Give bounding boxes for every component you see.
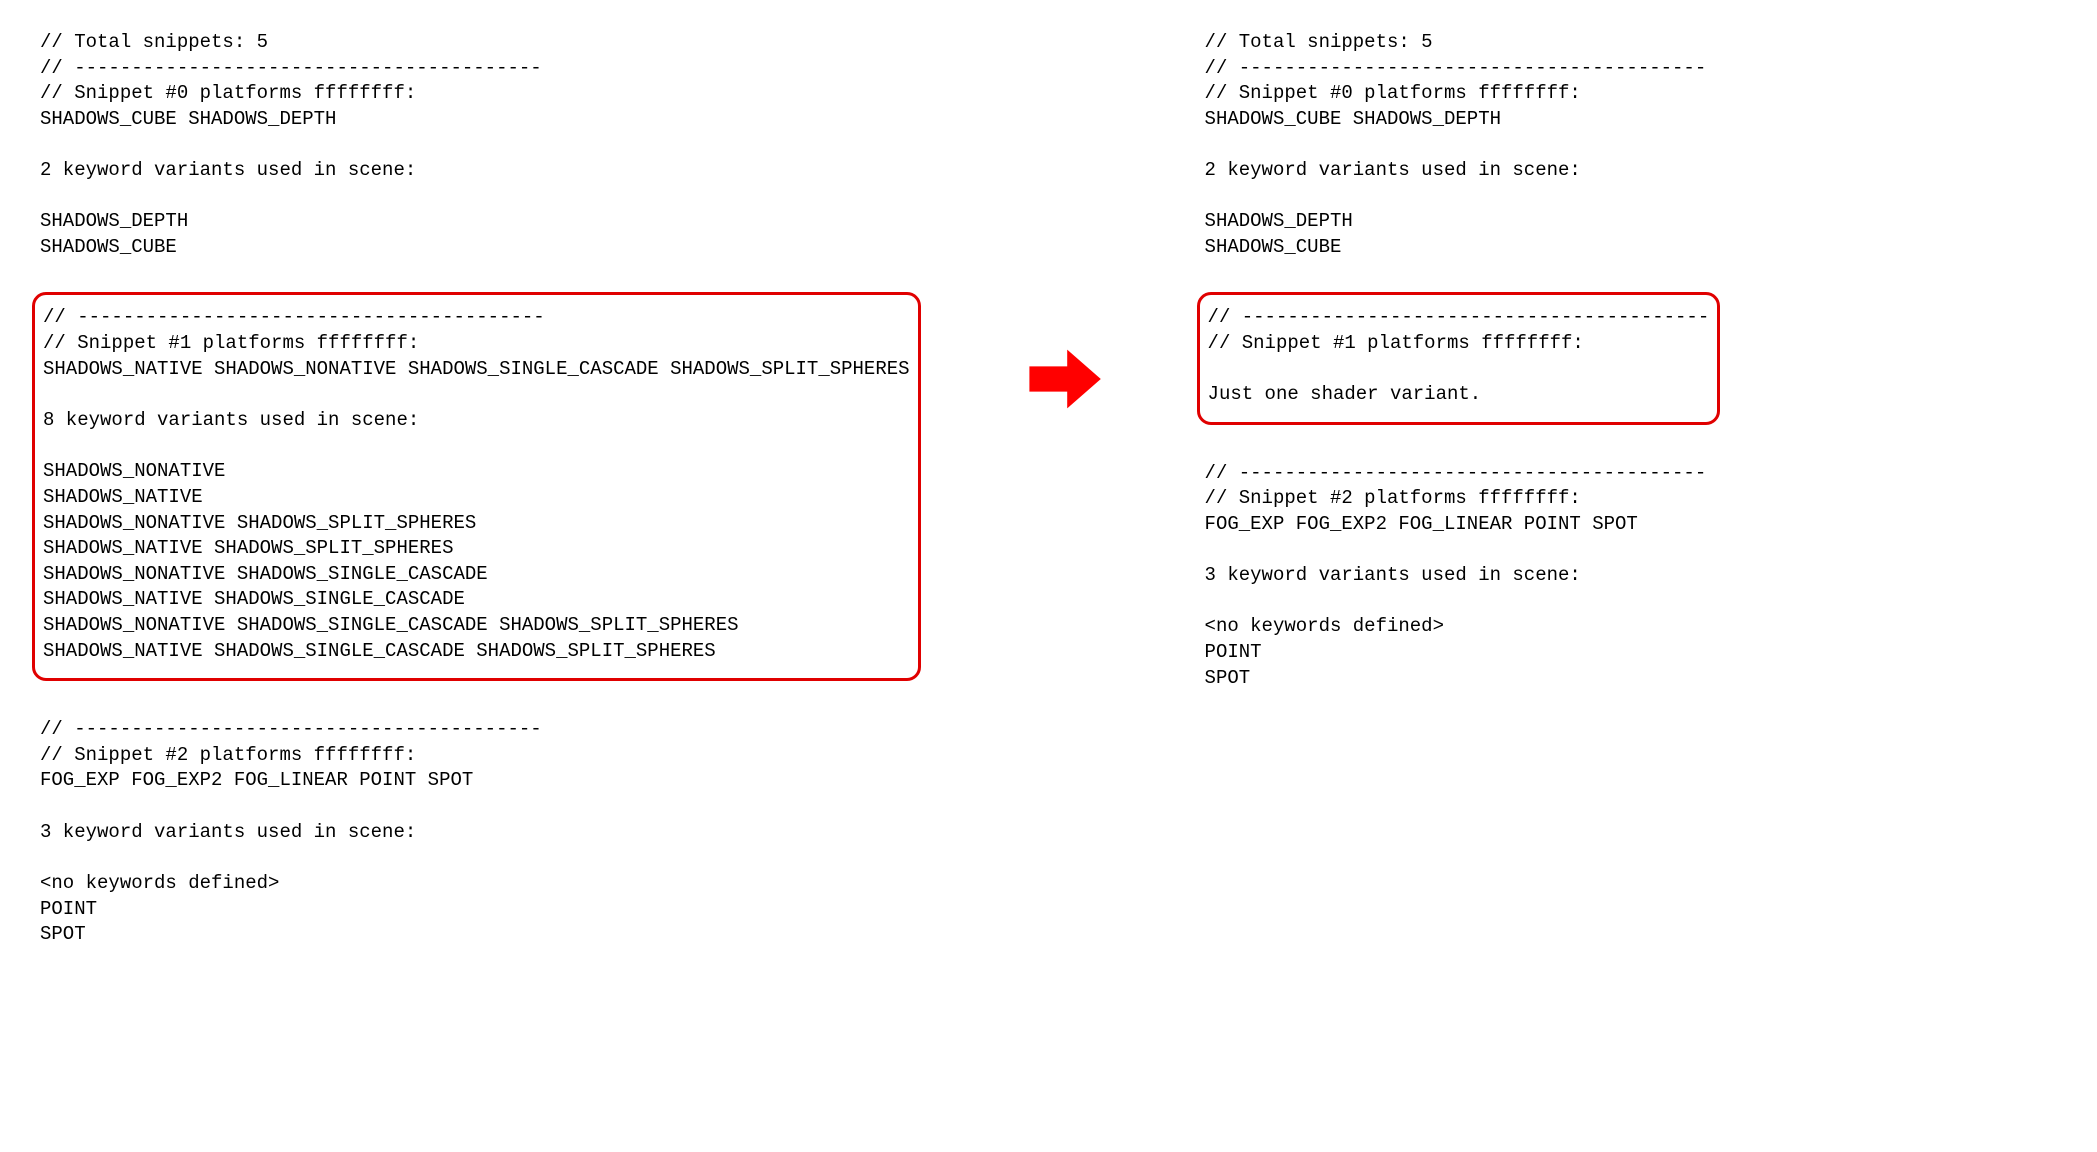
left-intro: // Total snippets: 5 // ----------------… xyxy=(40,30,921,261)
right-column: // Total snippets: 5 // ----------------… xyxy=(1205,30,1721,691)
spacer xyxy=(40,261,921,287)
left-column: // Total snippets: 5 // ----------------… xyxy=(40,30,921,948)
right-tail: // -------------------------------------… xyxy=(1205,461,1721,692)
left-highlight-box: // -------------------------------------… xyxy=(32,292,921,681)
spacer xyxy=(1205,261,1721,287)
arrow-icon xyxy=(1021,337,1105,421)
spacer xyxy=(1205,435,1721,461)
right-intro: // Total snippets: 5 // ----------------… xyxy=(1205,30,1721,261)
left-tail: // -------------------------------------… xyxy=(40,717,921,948)
right-highlight-box: // -------------------------------------… xyxy=(1197,292,1721,425)
spacer xyxy=(40,691,921,717)
